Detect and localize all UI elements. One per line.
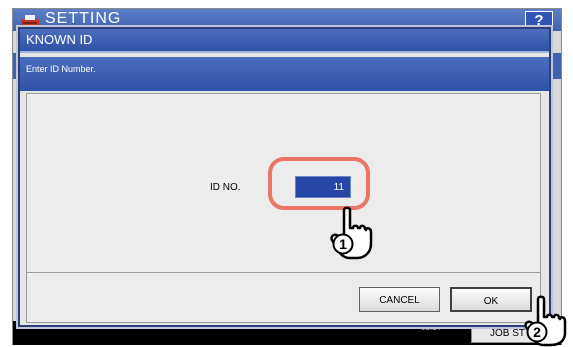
title-divider — [20, 51, 549, 53]
step-1-callout: 1 — [332, 233, 354, 255]
step-1-number: 1 — [339, 236, 347, 252]
dialog-title: KNOWN ID — [20, 29, 549, 51]
id-field-highlight — [268, 157, 370, 210]
known-id-dialog: KNOWN ID Enter ID Number. ID NO. 11 CANC… — [18, 27, 551, 327]
button-divider — [26, 272, 541, 273]
id-number-label: ID NO. — [210, 182, 241, 193]
step-2-number: 2 — [533, 324, 541, 340]
instruction-text: Enter ID Number. — [20, 57, 549, 91]
app-title: SETTING — [45, 10, 122, 27]
cancel-button[interactable]: CANCEL — [359, 287, 440, 312]
step-2-callout: 2 — [526, 321, 548, 343]
